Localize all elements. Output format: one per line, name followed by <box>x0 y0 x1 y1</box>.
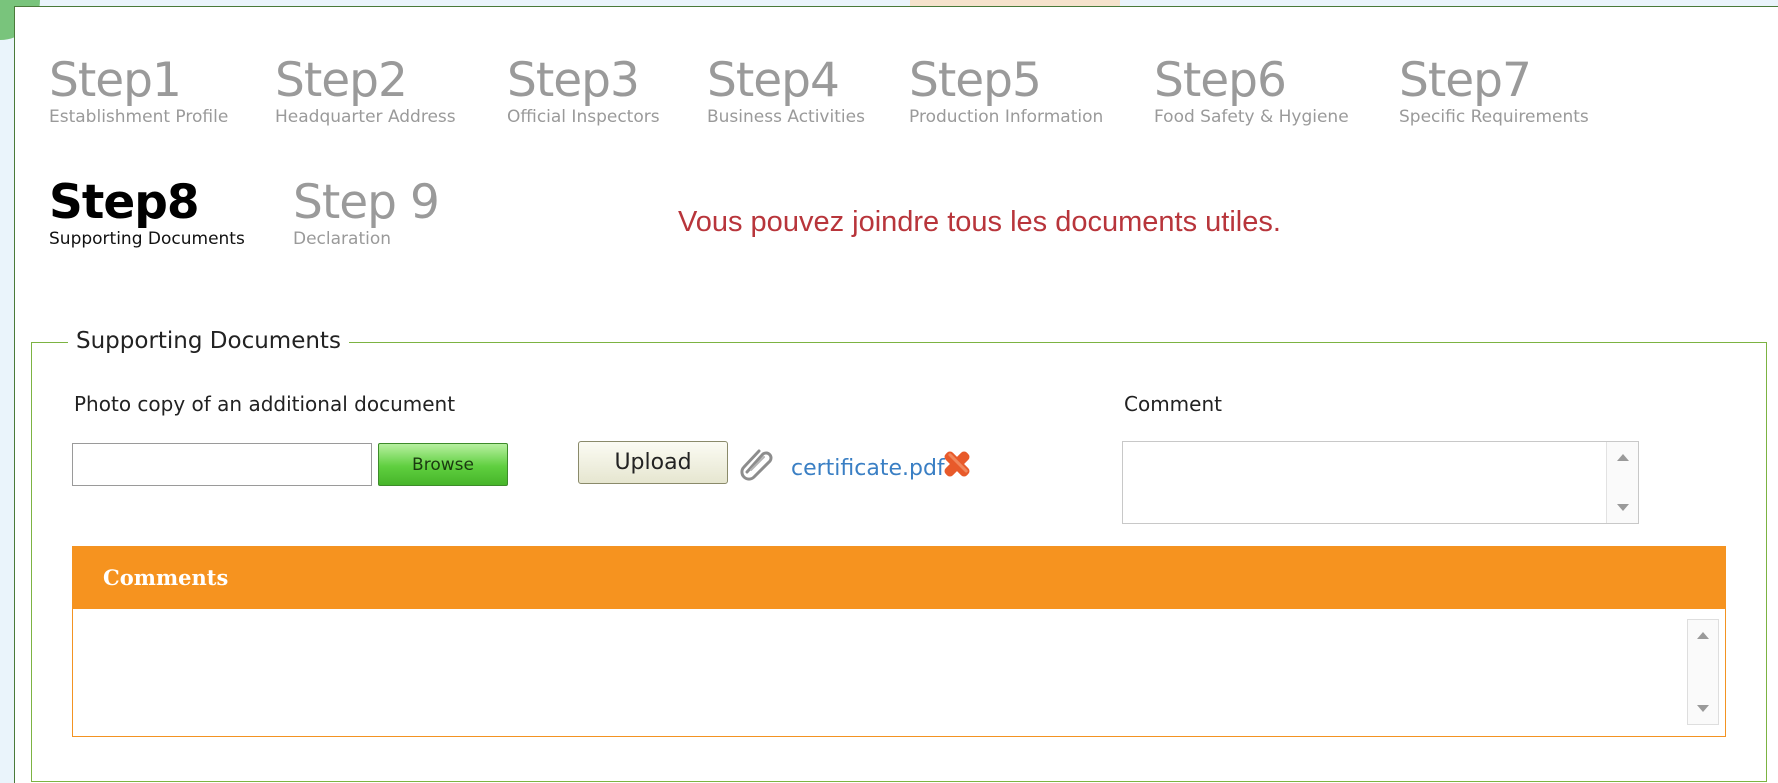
scroll-down-icon[interactable] <box>1697 705 1709 712</box>
comment-textarea[interactable] <box>1122 441 1639 524</box>
step-label: Business Activities <box>707 107 865 127</box>
comment-scrollbar[interactable] <box>1606 442 1638 523</box>
upload-button[interactable]: Upload <box>578 441 728 484</box>
info-message: Vous pouvez joindre tous les documents u… <box>678 206 1281 238</box>
step-label: Specific Requirements <box>1399 107 1589 127</box>
comments-title: Comments <box>103 565 229 590</box>
step-5[interactable]: Step5 Production Information <box>909 53 1104 128</box>
step-label: Production Information <box>909 107 1104 127</box>
scroll-down-icon[interactable] <box>1616 504 1629 511</box>
comment-label: Comment <box>1124 392 1222 416</box>
step-7[interactable]: Step7 Specific Requirements <box>1399 53 1589 128</box>
close-x-icon[interactable] <box>940 447 974 481</box>
browse-button[interactable]: Browse <box>378 443 508 486</box>
step-9[interactable]: Step 9 Declaration <box>293 175 440 250</box>
step-number: Step7 <box>1399 53 1532 108</box>
step-label: Supporting Documents <box>49 229 245 249</box>
comments-header: Comments <box>73 547 1725 609</box>
step-6[interactable]: Step6 Food Safety & Hygiene <box>1154 53 1349 128</box>
step-2[interactable]: Step2 Headquarter Address <box>275 53 456 128</box>
paperclip-icon <box>740 449 773 481</box>
scroll-up-icon[interactable] <box>1616 454 1629 461</box>
comments-body[interactable] <box>73 609 1725 737</box>
step-number: Step2 <box>275 53 408 108</box>
attached-file-link[interactable]: certificate.pdf <box>791 456 945 481</box>
step-number: Step8 <box>49 175 200 230</box>
scroll-up-icon[interactable] <box>1697 632 1709 639</box>
comments-scrollbar[interactable] <box>1687 619 1719 725</box>
step-label: Headquarter Address <box>275 107 456 127</box>
step-number: Step1 <box>49 53 182 108</box>
step-number: Step4 <box>707 53 840 108</box>
fieldset-legend: Supporting Documents <box>68 328 349 354</box>
step-3[interactable]: Step3 Official Inspectors <box>507 53 660 128</box>
step-number: Step5 <box>909 53 1042 108</box>
step-number: Step6 <box>1154 53 1287 108</box>
step-label: Official Inspectors <box>507 107 660 127</box>
step-number: Step3 <box>507 53 640 108</box>
document-label: Photo copy of an additional document <box>74 392 456 416</box>
step-label: Establishment Profile <box>49 107 229 127</box>
step-1[interactable]: Step1 Establishment Profile <box>49 53 229 128</box>
step-label: Declaration <box>293 229 392 249</box>
step-8[interactable]: Step8 Supporting Documents <box>49 175 245 250</box>
file-path-input[interactable] <box>72 443 372 486</box>
comments-panel: Comments <box>72 546 1726 737</box>
step-4[interactable]: Step4 Business Activities <box>707 53 865 128</box>
step-label: Food Safety & Hygiene <box>1154 107 1349 127</box>
step-number: Step 9 <box>293 175 440 230</box>
